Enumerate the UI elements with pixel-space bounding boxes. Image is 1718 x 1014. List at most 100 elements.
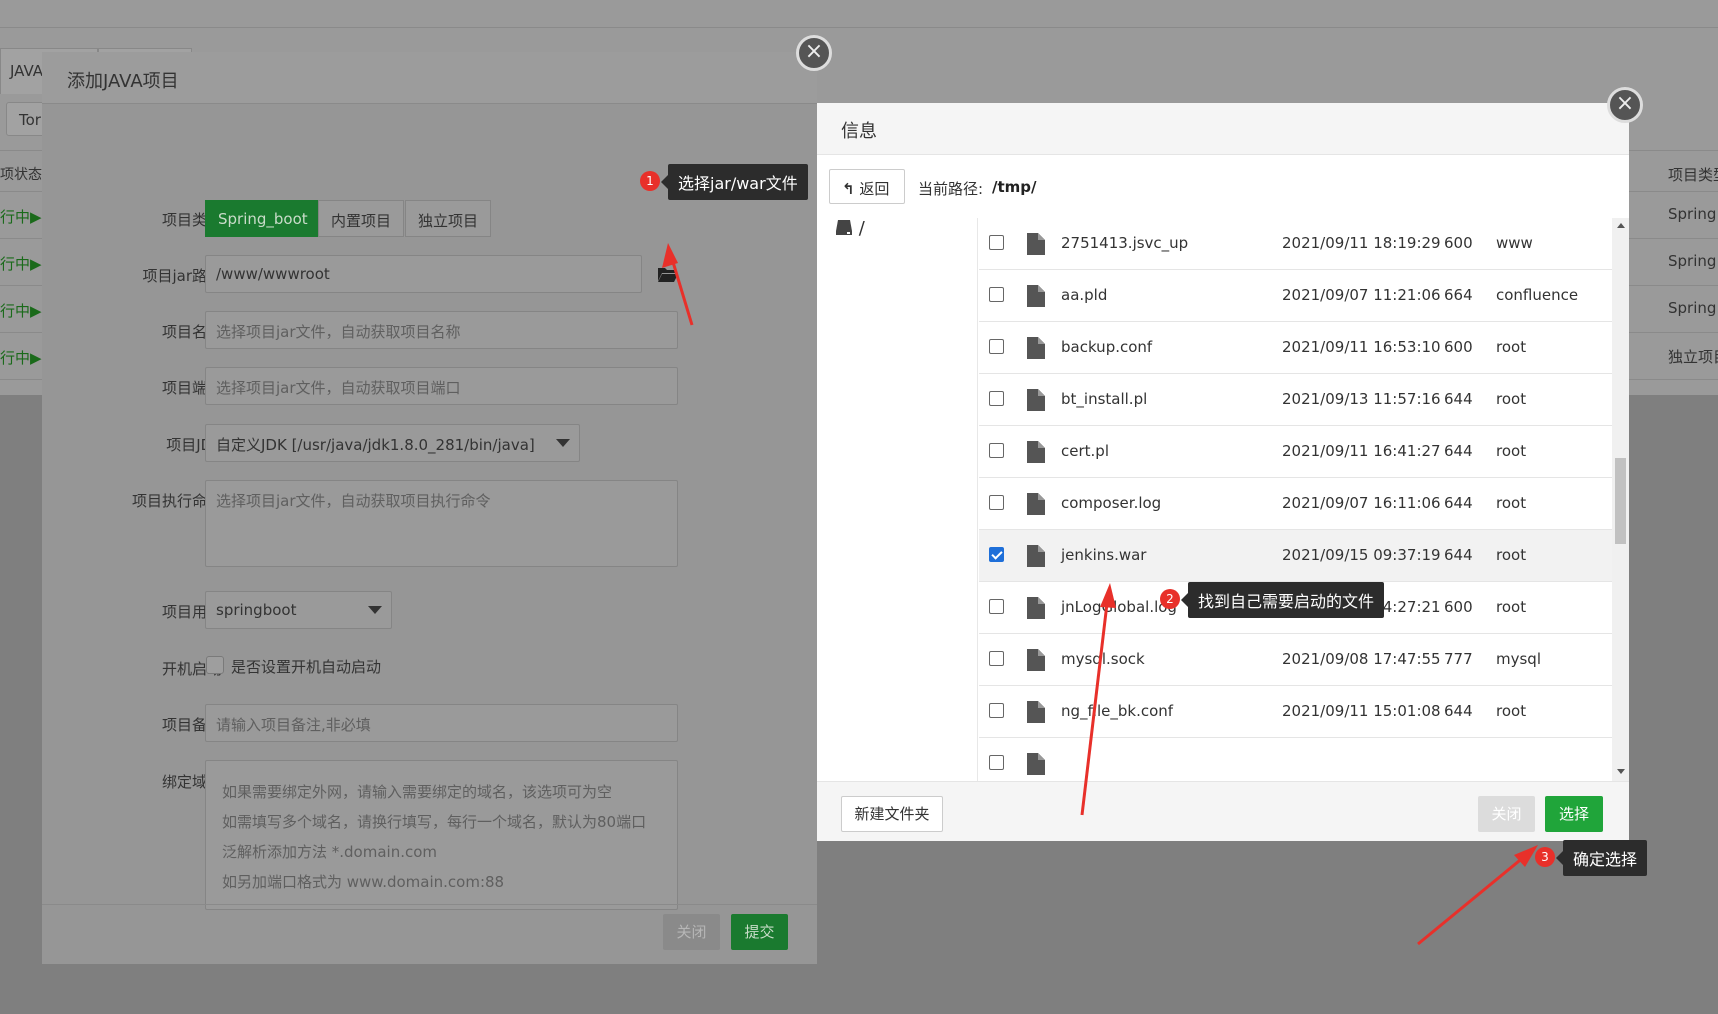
- file-permission: 600: [1444, 338, 1473, 356]
- file-checkbox[interactable]: [989, 287, 1004, 302]
- file-row-partial[interactable]: [979, 738, 1612, 781]
- project-port-label: 项目端口: [161, 379, 222, 397]
- file-row[interactable]: bt_install.pl 2021/09/13 11:57:16 644 ro…: [979, 374, 1612, 426]
- jar-path-input[interactable]: /www/wwwroot: [205, 255, 642, 293]
- file-icon: [1027, 285, 1045, 307]
- file-icon: [1027, 389, 1045, 411]
- annotation-tip-3: 确定选择: [1555, 840, 1648, 876]
- file-row[interactable]: backup.conf 2021/09/11 16:53:10 600 root: [979, 322, 1612, 374]
- file-icon: [1027, 337, 1045, 359]
- directory-tree: [817, 218, 978, 781]
- file-icon: [1027, 597, 1045, 619]
- project-port-input[interactable]: 选择项目jar文件，自动获取项目端口: [205, 367, 678, 405]
- file-checkbox[interactable]: [989, 391, 1004, 406]
- file-row[interactable]: mysql.sock 2021/09/08 17:47:55 777 mysql: [979, 634, 1612, 686]
- type-standalone-button[interactable]: 独立项目: [405, 200, 492, 237]
- file-date: 2021/09/11 16:41:27: [1282, 442, 1441, 460]
- scrollbar-thumb[interactable]: [1615, 458, 1626, 544]
- project-user-label: 项目用户: [161, 603, 222, 621]
- file-date: 2021/09/07 16:11:06: [1282, 494, 1441, 512]
- file-icon: [1027, 545, 1045, 567]
- file-checkbox-checked[interactable]: [989, 547, 1004, 562]
- file-list: 2751413.jsvc_up 2021/09/11 18:19:29 600 …: [979, 218, 1612, 781]
- file-icon: [1027, 649, 1045, 671]
- file-checkbox[interactable]: [989, 235, 1004, 250]
- file-row[interactable]: ng_file_bk.conf 2021/09/11 15:01:08 644 …: [979, 686, 1612, 738]
- project-type-label: 项目类型: [161, 211, 222, 229]
- user-select[interactable]: springboot: [205, 591, 392, 629]
- project-jdk-label: 项目JDK: [166, 436, 222, 454]
- annotation-badge-1: 1: [640, 171, 660, 191]
- tree-root-label: /: [858, 218, 865, 239]
- tree-root-item[interactable]: /: [835, 218, 865, 239]
- current-path-label: 当前路径:: [918, 180, 984, 198]
- remark-label: 项目备注: [161, 716, 222, 734]
- scroll-down-icon[interactable]: [1617, 769, 1625, 774]
- back-button[interactable]: ↰ 返回: [829, 169, 905, 204]
- folder-open-icon[interactable]: [657, 265, 679, 283]
- file-close-button[interactable]: 关闭: [1478, 796, 1535, 832]
- file-row[interactable]: cert.pl 2021/09/11 16:41:27 644 root: [979, 426, 1612, 478]
- annotation-badge-3: 3: [1535, 847, 1555, 867]
- type-builtin-button[interactable]: 内置项目: [318, 200, 405, 237]
- file-row[interactable]: 2751413.jsvc_up 2021/09/11 18:19:29 600 …: [979, 218, 1612, 270]
- file-date: 2021/09/07 11:21:06: [1282, 286, 1441, 304]
- file-owner: root: [1496, 598, 1527, 616]
- file-icon: [1027, 233, 1045, 255]
- autostart-text: 是否设置开机自动启动: [231, 658, 382, 676]
- file-name: composer.log: [1061, 494, 1162, 512]
- file-owner: confluence: [1496, 286, 1579, 304]
- select-button[interactable]: 选择: [1545, 796, 1603, 832]
- file-checkbox[interactable]: [989, 651, 1004, 666]
- file-icon: [1027, 701, 1045, 723]
- project-name-label: 项目名称: [161, 323, 222, 341]
- domain-hint-line: 如需填写多个域名，请换行填写，每行一个域名，默认为80端口: [222, 813, 647, 831]
- file-owner: root: [1496, 338, 1527, 356]
- file-owner: root: [1496, 546, 1527, 564]
- dialog-title: 添加JAVA项目: [67, 71, 179, 92]
- file-name: backup.conf: [1061, 338, 1153, 356]
- scroll-up-icon[interactable]: [1617, 223, 1625, 228]
- file-checkbox[interactable]: [989, 495, 1004, 510]
- remark-input[interactable]: 请输入项目备注,非必填: [205, 704, 678, 742]
- file-row-selected[interactable]: jenkins.war 2021/09/15 09:37:19 644 root: [979, 530, 1612, 582]
- file-owner: root: [1496, 390, 1527, 408]
- drive-icon: [836, 220, 852, 235]
- submit-button[interactable]: 提交: [731, 914, 788, 950]
- domain-textarea[interactable]: 如果需要绑定外网，请输入需要绑定的域名，该选项可为空 如需填写多个域名，请换行填…: [205, 760, 678, 910]
- background-top-bar: [0, 0, 1718, 28]
- file-icon: [1027, 753, 1045, 775]
- close-button[interactable]: 关闭: [663, 914, 720, 950]
- file-checkbox[interactable]: [989, 339, 1004, 354]
- project-name-input[interactable]: 选择项目jar文件，自动获取项目名称: [205, 311, 678, 349]
- file-row[interactable]: aa.pld 2021/09/07 11:21:06 664 confluenc…: [979, 270, 1612, 322]
- new-folder-button[interactable]: 新建文件夹: [841, 796, 943, 832]
- file-name: 2751413.jsvc_up: [1061, 234, 1189, 252]
- file-picker-dialog: 信息 ↰ 返回 当前路径: /tmp/ / 2751413.jsvc_up 20…: [817, 103, 1629, 841]
- chevron-down-icon: [556, 439, 570, 447]
- file-permission: 644: [1444, 390, 1473, 408]
- file-checkbox[interactable]: [989, 443, 1004, 458]
- dialog-footer-divider: [42, 904, 817, 905]
- file-name: ng_file_bk.conf: [1061, 702, 1174, 720]
- command-label: 项目执行命令: [131, 492, 222, 510]
- file-permission: 777: [1444, 650, 1473, 668]
- command-textarea[interactable]: 选择项目jar文件，自动获取项目执行命令: [205, 480, 678, 567]
- file-name: aa.pld: [1061, 286, 1108, 304]
- file-date: 2021/09/11 18:19:29: [1282, 234, 1441, 252]
- file-checkbox[interactable]: [989, 703, 1004, 718]
- file-checkbox[interactable]: [989, 755, 1004, 770]
- close-icon[interactable]: ×: [796, 35, 832, 71]
- type-spring-boot-button[interactable]: Spring_boot: [205, 200, 321, 237]
- file-permission: 644: [1444, 702, 1473, 720]
- file-name: jenkins.war: [1061, 546, 1147, 564]
- annotation-tip-1: 选择jar/war文件: [661, 164, 808, 200]
- jdk-select[interactable]: 自定义JDK [/usr/java/jdk1.8.0_281/bin/java]: [205, 424, 580, 462]
- file-permission: 600: [1444, 234, 1473, 252]
- close-icon[interactable]: ×: [1607, 87, 1643, 123]
- file-date: 2021/09/11 15:01:08: [1282, 702, 1441, 720]
- file-row[interactable]: composer.log 2021/09/07 16:11:06 644 roo…: [979, 478, 1612, 530]
- back-arrow-icon: ↰: [842, 180, 855, 198]
- autostart-checkbox[interactable]: [206, 656, 224, 674]
- file-checkbox[interactable]: [989, 599, 1004, 614]
